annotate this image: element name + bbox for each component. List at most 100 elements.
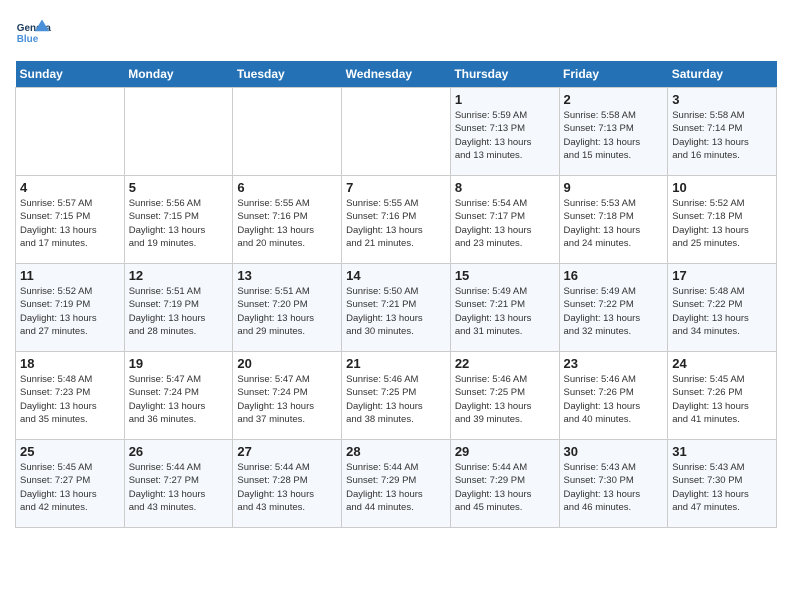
calendar-cell: 29 Sunrise: 5:44 AM Sunset: 7:29 PM Dayli… [450,440,559,528]
day-info: Sunrise: 5:49 AM Sunset: 7:22 PM Dayligh… [564,285,664,338]
calendar-cell: 8Sunrise: 5:54 AM Sunset: 7:17 PM Daylig… [450,176,559,264]
day-info: Sunrise: 5:44 AM Sunset: 7:29 PM Dayligh… [346,461,446,514]
calendar-cell: 20Sunrise: 5:47 AM Sunset: 7:24 PM Dayli… [233,352,342,440]
day-number: 14 [346,268,446,283]
day-info: Sunrise: 5:55 AM Sunset: 7:16 PM Dayligh… [346,197,446,250]
day-number: 23 [564,356,664,371]
page-header: General Blue [15,15,777,51]
day-number: 8 [455,180,555,195]
day-info: Sunrise: 5:48 AM Sunset: 7:23 PM Dayligh… [20,373,120,426]
day-info: Sunrise: 5:48 AM Sunset: 7:22 PM Dayligh… [672,285,772,338]
calendar-cell: 15 Sunrise: 5:49 AM Sunset: 7:21 PM Dayli… [450,264,559,352]
day-number: 12 [129,268,229,283]
day-info: Sunrise: 5:58 AM Sunset: 7:13 PM Dayligh… [564,109,664,162]
day-info: Sunrise: 5:52 AM Sunset: 7:19 PM Dayligh… [20,285,120,338]
calendar-week-5: 25 Sunrise: 5:45 AM Sunset: 7:27 PM Dayli… [16,440,777,528]
calendar-cell: 31Sunrise: 5:43 AM Sunset: 7:30 PM Dayli… [668,440,777,528]
day-number: 25 [20,444,120,459]
day-info: Sunrise: 5:57 AM Sunset: 7:15 PM Dayligh… [20,197,120,250]
day-info: Sunrise: 5:44 AM Sunset: 7:29 PM Dayligh… [455,461,555,514]
day-info: Sunrise: 5:44 AM Sunset: 7:28 PM Dayligh… [237,461,337,514]
calendar-cell: 11 Sunrise: 5:52 AM Sunset: 7:19 PM Dayli… [16,264,125,352]
day-number: 26 [129,444,229,459]
day-number: 11 [20,268,120,283]
header-sunday: Sunday [16,61,125,88]
calendar-cell: 1 Sunrise: 5:59 AM Sunset: 7:13 PM Daylig… [450,88,559,176]
day-info: Sunrise: 5:46 AM Sunset: 7:25 PM Dayligh… [455,373,555,426]
calendar-cell: 9 Sunrise: 5:53 AM Sunset: 7:18 PM Daylig… [559,176,668,264]
calendar-cell: 14 Sunrise: 5:50 AM Sunset: 7:21 PM Dayli… [342,264,451,352]
calendar-cell: 26 Sunrise: 5:44 AM Sunset: 7:27 PM Dayli… [124,440,233,528]
day-number: 16 [564,268,664,283]
day-info: Sunrise: 5:51 AM Sunset: 7:20 PM Dayligh… [237,285,337,338]
calendar-cell: 5 Sunrise: 5:56 AM Sunset: 7:15 PM Daylig… [124,176,233,264]
calendar-cell: 28 Sunrise: 5:44 AM Sunset: 7:29 PM Dayli… [342,440,451,528]
day-info: Sunrise: 5:46 AM Sunset: 7:25 PM Dayligh… [346,373,446,426]
day-info: Sunrise: 5:45 AM Sunset: 7:26 PM Dayligh… [672,373,772,426]
day-info: Sunrise: 5:47 AM Sunset: 7:24 PM Dayligh… [129,373,229,426]
day-number: 29 [455,444,555,459]
day-info: Sunrise: 5:47 AM Sunset: 7:24 PM Dayligh… [237,373,337,426]
calendar-cell: 2 Sunrise: 5:58 AM Sunset: 7:13 PM Daylig… [559,88,668,176]
day-number: 21 [346,356,446,371]
day-number: 1 [455,92,555,107]
calendar-cell: 3 Sunrise: 5:58 AM Sunset: 7:14 PM Daylig… [668,88,777,176]
calendar-cell: 24 Sunrise: 5:45 AM Sunset: 7:26 PM Dayli… [668,352,777,440]
day-number: 13 [237,268,337,283]
day-number: 22 [455,356,555,371]
day-info: Sunrise: 5:55 AM Sunset: 7:16 PM Dayligh… [237,197,337,250]
day-info: Sunrise: 5:45 AM Sunset: 7:27 PM Dayligh… [20,461,120,514]
calendar-cell: 10 Sunrise: 5:52 AM Sunset: 7:18 PM Dayli… [668,176,777,264]
day-info: Sunrise: 5:58 AM Sunset: 7:14 PM Dayligh… [672,109,772,162]
header-thursday: Thursday [450,61,559,88]
day-number: 30 [564,444,664,459]
day-info: Sunrise: 5:56 AM Sunset: 7:15 PM Dayligh… [129,197,229,250]
calendar-cell: 18Sunrise: 5:48 AM Sunset: 7:23 PM Dayli… [16,352,125,440]
calendar-cell: 21 Sunrise: 5:46 AM Sunset: 7:25 PM Dayli… [342,352,451,440]
calendar-cell: 22 Sunrise: 5:46 AM Sunset: 7:25 PM Dayli… [450,352,559,440]
calendar-week-2: 4Sunrise: 5:57 AM Sunset: 7:15 PM Daylig… [16,176,777,264]
calendar-cell: 19 Sunrise: 5:47 AM Sunset: 7:24 PM Dayli… [124,352,233,440]
calendar-cell: 25 Sunrise: 5:45 AM Sunset: 7:27 PM Dayli… [16,440,125,528]
day-info: Sunrise: 5:44 AM Sunset: 7:27 PM Dayligh… [129,461,229,514]
calendar-week-1: 1 Sunrise: 5:59 AM Sunset: 7:13 PM Daylig… [16,88,777,176]
calendar-cell [124,88,233,176]
day-number: 9 [564,180,664,195]
calendar-cell: 23 Sunrise: 5:46 AM Sunset: 7:26 PM Dayli… [559,352,668,440]
day-info: Sunrise: 5:50 AM Sunset: 7:21 PM Dayligh… [346,285,446,338]
logo: General Blue [15,15,51,51]
calendar-cell: 4Sunrise: 5:57 AM Sunset: 7:15 PM Daylig… [16,176,125,264]
header-wednesday: Wednesday [342,61,451,88]
day-number: 27 [237,444,337,459]
day-number: 3 [672,92,772,107]
calendar-cell: 6Sunrise: 5:55 AM Sunset: 7:16 PM Daylig… [233,176,342,264]
day-number: 10 [672,180,772,195]
logo-icon: General Blue [15,15,51,51]
day-info: Sunrise: 5:43 AM Sunset: 7:30 PM Dayligh… [564,461,664,514]
day-info: Sunrise: 5:59 AM Sunset: 7:13 PM Dayligh… [455,109,555,162]
day-number: 5 [129,180,229,195]
calendar-cell: 27 Sunrise: 5:44 AM Sunset: 7:28 PM Dayli… [233,440,342,528]
day-number: 15 [455,268,555,283]
calendar-cell: 16 Sunrise: 5:49 AM Sunset: 7:22 PM Dayli… [559,264,668,352]
calendar-week-4: 18Sunrise: 5:48 AM Sunset: 7:23 PM Dayli… [16,352,777,440]
day-number: 24 [672,356,772,371]
calendar-week-3: 11 Sunrise: 5:52 AM Sunset: 7:19 PM Dayli… [16,264,777,352]
header-saturday: Saturday [668,61,777,88]
calendar-cell: 30 Sunrise: 5:43 AM Sunset: 7:30 PM Dayli… [559,440,668,528]
day-info: Sunrise: 5:49 AM Sunset: 7:21 PM Dayligh… [455,285,555,338]
day-number: 2 [564,92,664,107]
day-number: 19 [129,356,229,371]
day-info: Sunrise: 5:51 AM Sunset: 7:19 PM Dayligh… [129,285,229,338]
calendar-cell [233,88,342,176]
day-info: Sunrise: 5:46 AM Sunset: 7:26 PM Dayligh… [564,373,664,426]
calendar-cell: 17 Sunrise: 5:48 AM Sunset: 7:22 PM Dayli… [668,264,777,352]
day-number: 17 [672,268,772,283]
svg-text:Blue: Blue [17,34,39,45]
day-number: 28 [346,444,446,459]
day-info: Sunrise: 5:43 AM Sunset: 7:30 PM Dayligh… [672,461,772,514]
day-info: Sunrise: 5:53 AM Sunset: 7:18 PM Dayligh… [564,197,664,250]
calendar-cell [342,88,451,176]
header-friday: Friday [559,61,668,88]
day-info: Sunrise: 5:52 AM Sunset: 7:18 PM Dayligh… [672,197,772,250]
